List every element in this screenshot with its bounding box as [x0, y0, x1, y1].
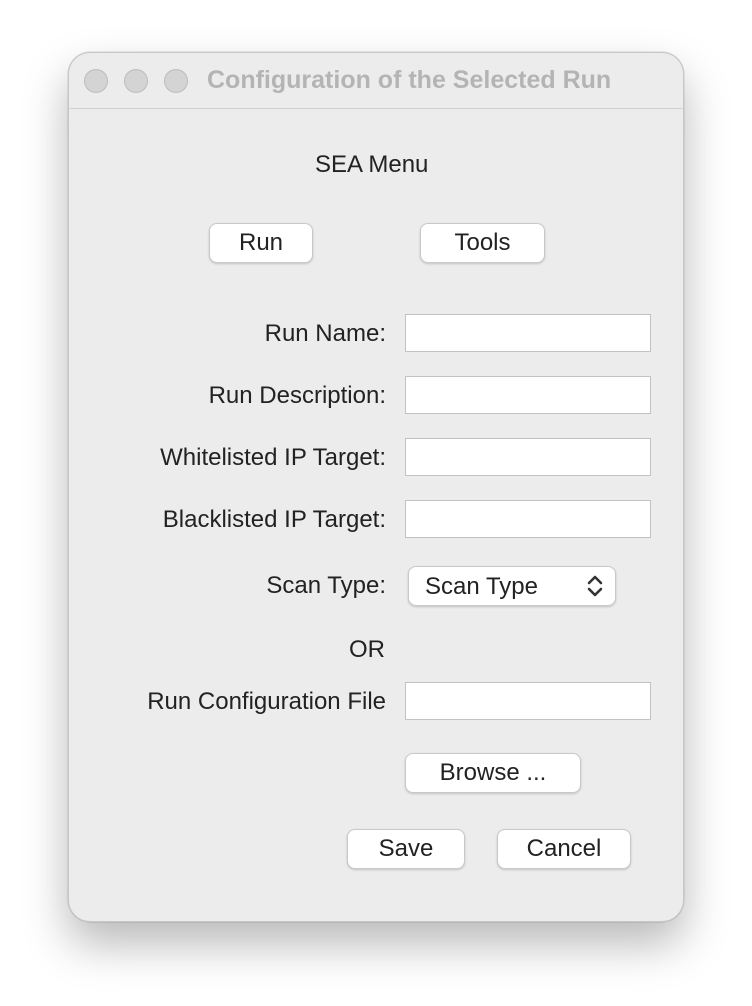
- zoom-window-button[interactable]: [164, 69, 188, 93]
- run-description-label: Run Description:: [208, 382, 386, 409]
- run-button[interactable]: Run: [209, 223, 313, 263]
- run-config-file-field[interactable]: [405, 682, 651, 720]
- menu-heading: SEA Menu: [315, 151, 429, 178]
- scan-type-label: Scan Type:: [266, 572, 386, 599]
- tools-button[interactable]: Tools: [420, 223, 545, 263]
- cancel-button[interactable]: Cancel: [497, 829, 631, 869]
- run-description-field[interactable]: [405, 376, 651, 414]
- config-window: Configuration of the Selected Run SEA Me…: [68, 52, 684, 922]
- blacklisted-ip-field[interactable]: [405, 500, 651, 538]
- run-name-field[interactable]: [405, 314, 651, 352]
- blacklisted-ip-label: Blacklisted IP Target:: [162, 506, 386, 533]
- whitelisted-ip-label: Whitelisted IP Target:: [160, 444, 386, 471]
- minimize-window-button[interactable]: [124, 69, 148, 93]
- scan-type-select[interactable]: Scan Type: [408, 566, 616, 606]
- scan-type-value: Scan Type: [425, 573, 538, 600]
- window-title: Configuration of the Selected Run: [207, 66, 612, 94]
- title-bar[interactable]: Configuration of the Selected Run: [69, 53, 683, 109]
- close-window-button[interactable]: [84, 69, 108, 93]
- up-down-chevron-icon: [587, 575, 603, 597]
- whitelisted-ip-field[interactable]: [405, 438, 651, 476]
- run-config-file-label: Run Configuration File: [147, 688, 386, 715]
- run-name-label: Run Name:: [264, 320, 386, 347]
- browse-button[interactable]: Browse ...: [405, 753, 581, 793]
- or-label: OR: [349, 636, 385, 663]
- save-button[interactable]: Save: [347, 829, 465, 869]
